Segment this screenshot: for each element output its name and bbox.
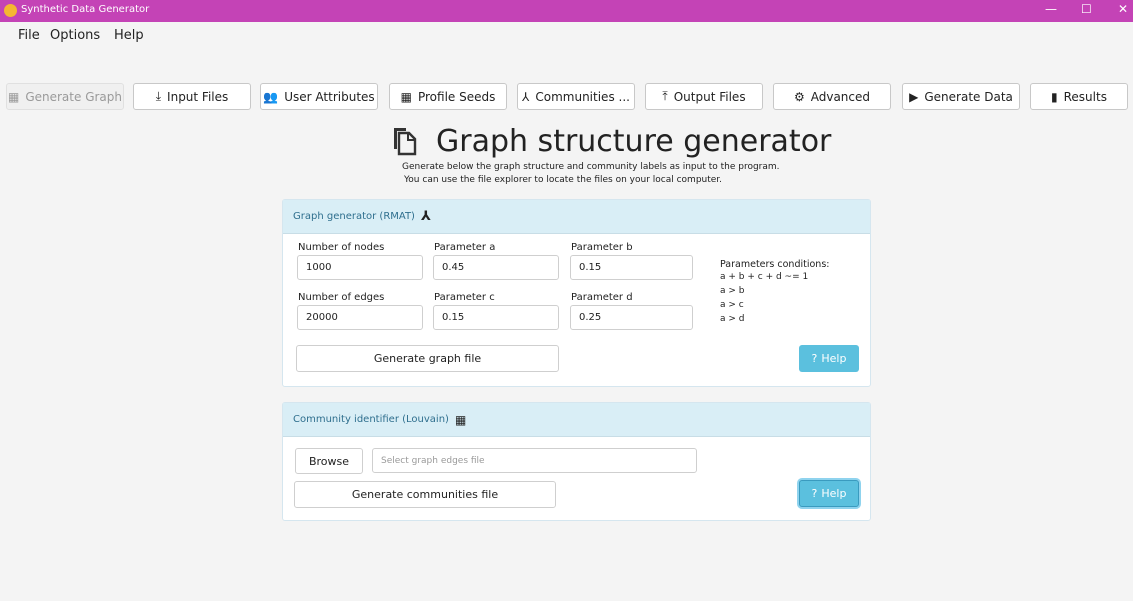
graph-grid-icon: ▦ bbox=[7, 89, 20, 104]
page-title: Graph structure generator bbox=[436, 124, 832, 159]
param-c-label: Parameter c bbox=[434, 292, 495, 303]
condition-a-gt-b: a > b bbox=[720, 286, 745, 296]
tab-label: Results bbox=[1063, 89, 1107, 104]
tab-generate-graph[interactable]: ▦ Generate Graph bbox=[6, 83, 124, 110]
param-c-input[interactable]: 0.15 bbox=[433, 305, 559, 330]
tab-generate-data[interactable]: ▶ Generate Data bbox=[902, 83, 1020, 110]
tab-input-files[interactable]: ⤓ Input Files bbox=[133, 83, 251, 110]
close-button[interactable]: ✕ bbox=[1118, 2, 1128, 16]
tab-results[interactable]: ▮ Results bbox=[1030, 83, 1128, 110]
generate-graph-button[interactable]: Generate graph file bbox=[296, 345, 559, 372]
grid-icon: ▦ bbox=[400, 89, 412, 104]
tab-communities[interactable]: ⅄ Communities ... bbox=[517, 83, 635, 110]
question-circle-icon: ? bbox=[811, 352, 818, 365]
nodes-input[interactable]: 1000 bbox=[297, 255, 423, 280]
tab-label: Input Files bbox=[167, 89, 229, 104]
community-identifier-panel: Community identifier (Louvain) ▦ Browse … bbox=[282, 402, 871, 521]
graph-panel-header: Graph generator (RMAT) ⅄ bbox=[283, 200, 870, 234]
graph-panel-title: Graph generator (RMAT) bbox=[293, 211, 415, 222]
maximize-button[interactable]: ☐ bbox=[1081, 2, 1092, 16]
tab-label: Advanced bbox=[810, 89, 871, 104]
header-line-1: Generate below the graph structure and c… bbox=[402, 162, 780, 172]
title-bar: Synthetic Data Generator — ☐ ✕ bbox=[0, 0, 1133, 22]
header-line-2: You can use the file explorer to locate … bbox=[404, 175, 723, 185]
community-help-button[interactable]: ? Help bbox=[799, 480, 859, 507]
nodes-label: Number of nodes bbox=[298, 242, 385, 253]
community-panel-header: Community identifier (Louvain) ▦ bbox=[283, 403, 870, 437]
tab-label: Profile Seeds bbox=[417, 89, 496, 104]
play-icon: ▶ bbox=[909, 89, 919, 104]
bar-chart-icon: ▮ bbox=[1051, 89, 1058, 104]
copy-icon bbox=[394, 128, 417, 156]
param-a-label: Parameter a bbox=[434, 242, 496, 253]
tab-label: User Attributes bbox=[284, 89, 375, 104]
tab-label: Generate Data bbox=[924, 89, 1013, 104]
tab-label: Communities ... bbox=[535, 89, 630, 104]
condition-a-gt-c: a > c bbox=[720, 300, 744, 310]
condition-a-gt-d: a > d bbox=[720, 314, 745, 324]
tab-label: Output Files bbox=[673, 89, 746, 104]
tab-advanced[interactable]: ⚙ Advanced bbox=[773, 83, 891, 110]
edges-label: Number of edges bbox=[298, 292, 385, 303]
condition-sum: a + b + c + d ~= 1 bbox=[720, 272, 809, 282]
minimize-button[interactable]: — bbox=[1045, 2, 1057, 16]
tab-user-attributes[interactable]: 👥 User Attributes bbox=[260, 83, 378, 110]
browse-button[interactable]: Browse bbox=[295, 448, 363, 474]
param-a-input[interactable]: 0.45 bbox=[433, 255, 559, 280]
network-icon: ⅄ bbox=[522, 89, 530, 104]
help-label: Help bbox=[821, 352, 847, 365]
graph-help-button[interactable]: ? Help bbox=[799, 345, 859, 372]
menu-help[interactable]: Help bbox=[114, 28, 144, 43]
window-title: Synthetic Data Generator bbox=[21, 4, 150, 15]
param-d-label: Parameter d bbox=[571, 292, 633, 303]
edges-file-input[interactable]: Select graph edges file bbox=[372, 448, 697, 473]
gear-icon: ⚙ bbox=[793, 89, 805, 104]
tab-label: Generate Graph bbox=[25, 89, 122, 104]
download-icon: ⤓ bbox=[155, 89, 162, 103]
tab-profile-seeds[interactable]: ▦ Profile Seeds bbox=[389, 83, 507, 110]
grid-icon: ▦ bbox=[454, 412, 467, 427]
tab-output-files[interactable]: ⤒ Output Files bbox=[645, 83, 763, 110]
param-b-input[interactable]: 0.15 bbox=[570, 255, 693, 280]
graph-generator-panel: Graph generator (RMAT) ⅄ Number of nodes… bbox=[282, 199, 871, 387]
param-d-input[interactable]: 0.25 bbox=[570, 305, 693, 330]
help-label: Help bbox=[821, 487, 847, 500]
edges-input[interactable]: 20000 bbox=[297, 305, 423, 330]
menu-file[interactable]: File bbox=[18, 28, 40, 43]
app-icon bbox=[4, 4, 17, 17]
community-panel-title: Community identifier (Louvain) bbox=[293, 414, 449, 425]
upload-icon: ⤒ bbox=[662, 89, 668, 103]
tab-bar: ▦ Generate Graph ⤓ Input Files 👥 User At… bbox=[0, 83, 1133, 111]
conditions-title: Parameters conditions: bbox=[720, 259, 830, 270]
users-icon: 👥 bbox=[263, 89, 279, 104]
param-b-label: Parameter b bbox=[571, 242, 633, 253]
question-circle-icon: ? bbox=[811, 487, 818, 500]
generate-communities-button[interactable]: Generate communities file bbox=[294, 481, 556, 508]
network-icon: ⅄ bbox=[420, 209, 431, 224]
menu-options[interactable]: Options bbox=[50, 28, 100, 43]
